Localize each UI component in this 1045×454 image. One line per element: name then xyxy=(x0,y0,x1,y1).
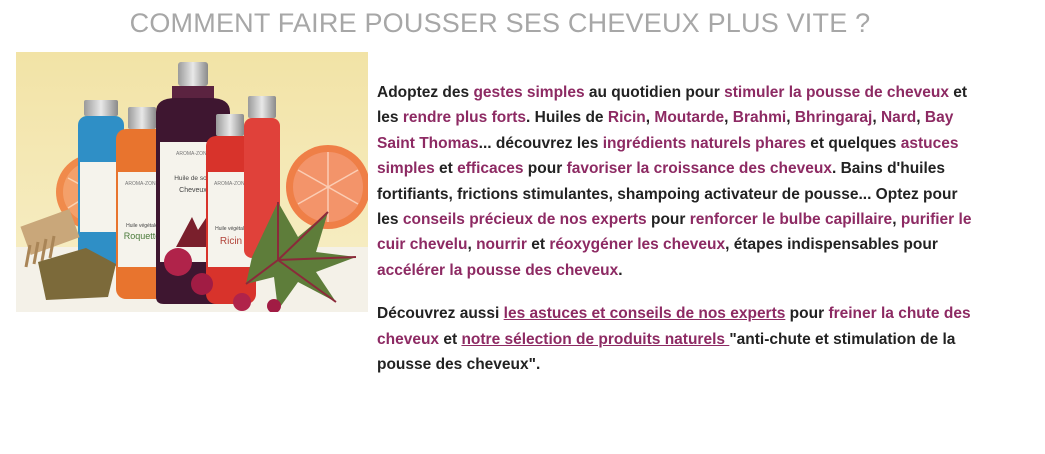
highlight: Brahmi xyxy=(732,109,787,127)
product-photo-illustration: AROMA-ZONE Huile végétale Roquette AROMA… xyxy=(16,52,368,312)
text: , étapes indispensables pour xyxy=(725,236,938,254)
svg-text:Cheveux: Cheveux xyxy=(179,187,207,194)
svg-text:AROMA-ZONE: AROMA-ZONE xyxy=(125,181,160,187)
highlight: Ricin xyxy=(607,109,646,127)
highlight: réoxygéner les cheveux xyxy=(549,236,726,254)
text: . xyxy=(618,261,623,279)
highlight: rendre plus forts xyxy=(402,109,527,127)
text: ... découvrez les xyxy=(478,134,603,152)
text: , xyxy=(724,109,733,127)
highlight: stimuler la pousse de cheveux xyxy=(724,84,949,101)
text: , xyxy=(892,211,901,229)
natural-products-link[interactable]: notre sélection de produits naturels xyxy=(461,331,729,348)
text: , xyxy=(916,109,925,127)
svg-text:AROMA-ZONE: AROMA-ZONE xyxy=(176,151,211,157)
discover-paragraph: Découvrez aussi les astuces et conseils … xyxy=(377,301,977,377)
text: , xyxy=(467,236,477,254)
page-title: COMMENT FAIRE POUSSER SES CHEVEUX PLUS V… xyxy=(129,8,871,38)
text: et quelques xyxy=(805,134,901,152)
highlight: Nard xyxy=(880,109,917,127)
text: , xyxy=(786,109,795,127)
svg-text:Ricin: Ricin xyxy=(220,236,242,247)
text: et xyxy=(434,160,458,178)
text: , xyxy=(872,109,881,127)
text: Découvrez aussi xyxy=(377,305,504,323)
text: pour xyxy=(523,160,567,178)
highlight: nourrir xyxy=(476,236,527,254)
intro-paragraph: Adoptez des gestes simples au quotidien … xyxy=(377,80,977,283)
text: Adoptez des xyxy=(377,84,474,101)
text: et xyxy=(526,236,550,254)
highlight: efficaces xyxy=(457,160,524,178)
highlight: gestes simples xyxy=(473,84,585,101)
highlight: accélérer la pousse des cheveux xyxy=(377,261,619,279)
highlight: favoriser la croissance des cheveux xyxy=(566,160,832,178)
svg-text:AROMA-ZONE: AROMA-ZONE xyxy=(214,181,249,187)
text: au quotidien pour xyxy=(584,84,725,101)
highlight: renforcer le bulbe capillaire xyxy=(689,211,893,229)
product-photo: AROMA-ZONE Huile végétale Roquette AROMA… xyxy=(16,52,368,312)
text: pour xyxy=(646,211,690,229)
article-body: Adoptez des gestes simples au quotidien … xyxy=(377,80,977,377)
text: et xyxy=(439,330,462,348)
experts-advice-link[interactable]: les astuces et conseils de nos experts xyxy=(504,305,786,322)
text: . Huiles de xyxy=(526,109,608,127)
svg-text:Huile végétale: Huile végétale xyxy=(126,223,158,229)
highlight: ingrédients naturels phares xyxy=(602,134,806,152)
svg-text:Huile végétale: Huile végétale xyxy=(215,226,247,232)
highlight: Moutarde xyxy=(654,109,725,127)
text: pour xyxy=(785,305,829,323)
highlight: Bhringaraj xyxy=(794,109,873,127)
svg-text:Roquette: Roquette xyxy=(124,231,161,241)
highlight: conseils précieux de nos experts xyxy=(402,211,647,229)
